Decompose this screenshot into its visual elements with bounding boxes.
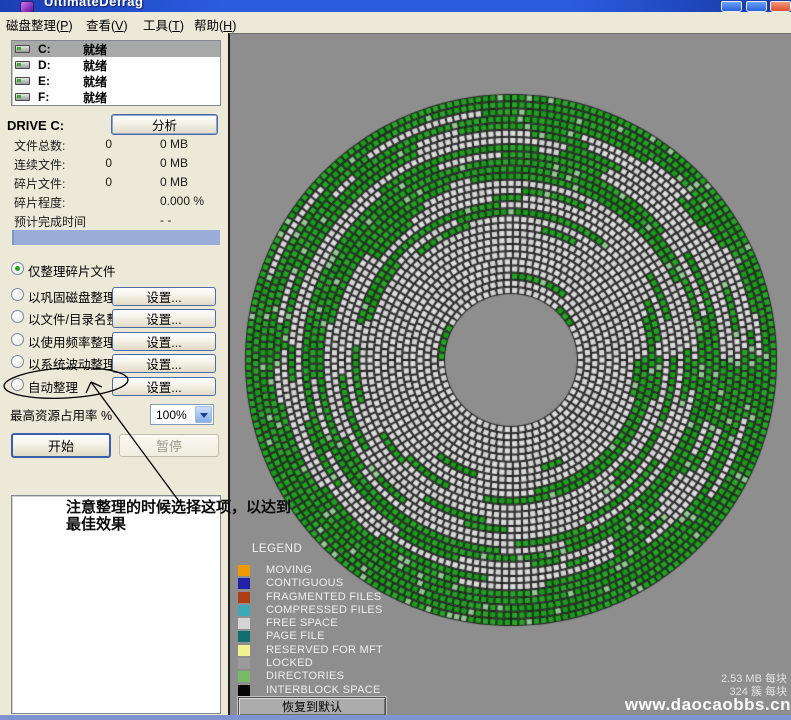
radio-icon[interactable] <box>11 288 24 301</box>
color-swatch <box>238 618 250 629</box>
resource-usage-label: 最高资源占用率 % <box>10 405 112 424</box>
color-swatch <box>238 565 250 576</box>
stat-fragmented-files: 碎片文件: 0 0 MB <box>0 175 228 194</box>
stat-total-files: 文件总数: 0 0 MB <box>0 137 228 156</box>
menu-view[interactable]: 查看(V) <box>86 15 128 34</box>
stat-fragmentation-level: 碎片程度: 0.000 % <box>0 194 228 213</box>
color-swatch <box>238 685 250 696</box>
color-swatch <box>238 605 250 616</box>
legend-item-directories: DIRECTORIES <box>230 670 480 683</box>
chevron-down-icon <box>200 413 208 418</box>
settings-button-consolidate[interactable]: 设置... <box>112 287 216 306</box>
menu-disk-defrag[interactable]: 磁盘整理(P) <box>6 15 73 34</box>
drive-status: 就绪 <box>83 41 107 58</box>
window-bottom-border <box>0 715 791 720</box>
legend-item-locked: LOCKED <box>230 657 480 670</box>
start-button[interactable]: 开始 <box>11 433 111 458</box>
drive-icon <box>15 77 30 85</box>
resource-usage-select[interactable]: 100% <box>150 404 214 425</box>
menu-help[interactable]: 帮助(H) <box>194 15 236 34</box>
drive-row-c[interactable]: C: 就绪 <box>12 41 220 57</box>
annotation-line2: 最佳效果 <box>66 517 291 534</box>
color-swatch <box>238 592 250 603</box>
color-swatch <box>238 658 250 669</box>
drive-icon <box>15 93 30 101</box>
drive-icon <box>15 61 30 69</box>
settings-button-filename[interactable]: 设置... <box>112 309 216 328</box>
legend-item-fragmented: FRAGMENTED FILES <box>230 591 480 604</box>
color-swatch <box>238 578 250 589</box>
legend-item-moving: MOVING <box>230 564 480 577</box>
ultimatedefrag-window: UltimateDefrag 磁盘整理(P) 查看(V) 工具(T) 帮助(H)… <box>0 0 791 720</box>
drive-icon <box>15 45 30 53</box>
window-title: UltimateDefrag <box>44 0 143 9</box>
color-swatch <box>238 645 250 656</box>
drive-status: 就绪 <box>83 73 107 90</box>
title-bar: UltimateDefrag <box>0 0 791 12</box>
menu-tools[interactable]: 工具(T) <box>143 15 184 34</box>
control-panel: C: 就绪 D: 就绪 E: 就绪 F: 就绪 DRIVE C: 分析 <box>0 33 228 720</box>
color-swatch <box>238 671 250 682</box>
close-button[interactable] <box>770 1 791 12</box>
restore-defaults-button[interactable]: 恢复到默认 <box>238 697 386 716</box>
app-icon[interactable] <box>21 2 33 12</box>
minimize-button[interactable] <box>721 1 742 12</box>
option-defrag-fragmented-only[interactable]: 仅整理碎片文件 <box>0 260 228 280</box>
disk-visualization-pane: LEGEND MOVING CONTIGUOUS FRAGMENTED FILE… <box>228 33 791 720</box>
pause-button: 暂停 <box>119 434 219 457</box>
drive-list[interactable]: C: 就绪 D: 就绪 E: 就绪 F: 就绪 <box>11 40 221 106</box>
analyze-button[interactable]: 分析 <box>111 114 218 135</box>
drive-row-e[interactable]: E: 就绪 <box>12 73 220 89</box>
settings-button-auto[interactable]: 设置... <box>112 377 216 396</box>
resource-usage-value: 100% <box>156 408 187 422</box>
drive-stats: 文件总数: 0 0 MB 连续文件: 0 0 MB 碎片文件: 0 0 MB 碎… <box>0 137 228 232</box>
drive-status: 就绪 <box>83 57 107 74</box>
legend-item-compressed: COMPRESSED FILES <box>230 604 480 617</box>
radio-icon[interactable] <box>11 310 24 323</box>
drive-row-f[interactable]: F: 就绪 <box>12 89 220 105</box>
settings-button-volatility[interactable]: 设置... <box>112 354 216 373</box>
legend-item-contiguous: CONTIGUOUS <box>230 577 480 590</box>
progress-bar <box>12 230 220 245</box>
legend-item-page-file: PAGE FILE <box>230 630 480 643</box>
color-swatch <box>238 631 250 642</box>
annotation-note: 注意整理的时候选择这项，以达到 最佳效果 <box>66 500 291 533</box>
settings-button-frequency[interactable]: 设置... <box>112 332 216 351</box>
legend-title: LEGEND <box>252 543 302 555</box>
maximize-button[interactable] <box>746 1 767 12</box>
stat-contiguous-files: 连续文件: 0 0 MB <box>0 156 228 175</box>
radio-icon[interactable] <box>11 262 24 275</box>
combo-dropdown-button[interactable] <box>195 406 212 423</box>
radio-icon[interactable] <box>11 378 24 391</box>
radio-icon[interactable] <box>11 333 24 346</box>
radio-icon[interactable] <box>11 355 24 368</box>
selected-drive-label: DRIVE C: <box>7 118 64 133</box>
drive-row-d[interactable]: D: 就绪 <box>12 57 220 73</box>
legend-item-interblock: INTERBLOCK SPACE <box>230 684 480 697</box>
watermark-text: www.daocaobbs.cn <box>625 695 791 715</box>
legend-item-free-space: FREE SPACE <box>230 617 480 630</box>
legend-item-mft: RESERVED FOR MFT <box>230 644 480 657</box>
drive-status: 就绪 <box>83 89 107 106</box>
menu-bar: 磁盘整理(P) 查看(V) 工具(T) 帮助(H) <box>0 12 791 33</box>
annotation-line1: 注意整理的时候选择这项，以达到 <box>66 500 291 517</box>
